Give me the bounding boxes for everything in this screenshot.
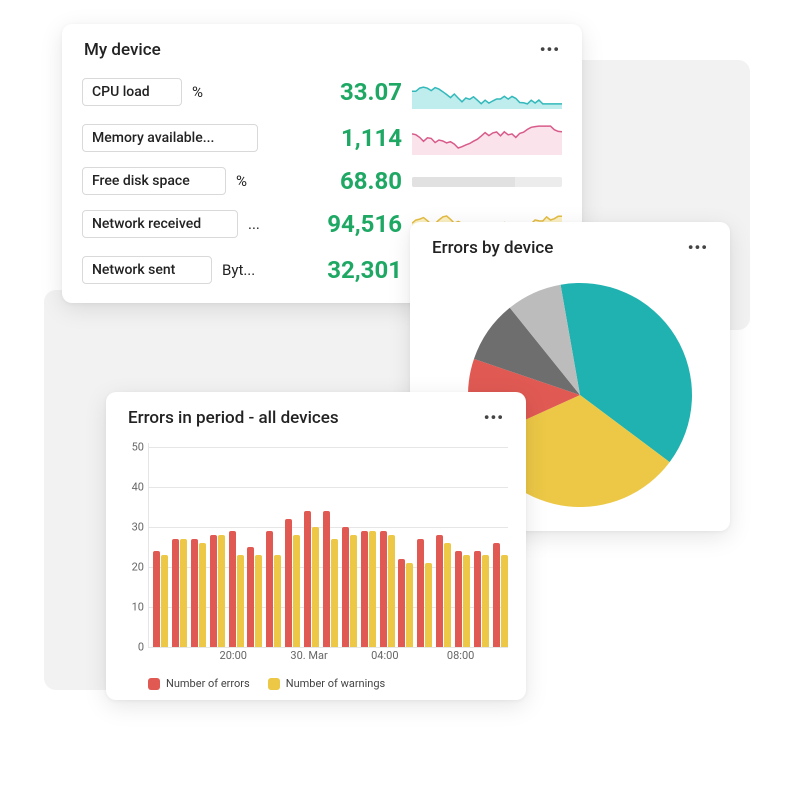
- bar-errors: [493, 543, 500, 647]
- y-tick: 0: [124, 641, 144, 654]
- bar-warnings: [237, 555, 244, 647]
- sparkline: [412, 121, 562, 155]
- bar-errors: [398, 559, 405, 647]
- y-tick: 40: [124, 481, 144, 494]
- bar-errors: [247, 547, 254, 647]
- bar-errors: [361, 531, 368, 647]
- legend-swatch-warnings: [268, 678, 280, 690]
- metric-unit: Byt...: [222, 261, 264, 279]
- legend-label-errors: Number of errors: [166, 677, 250, 690]
- metric-label: Free disk space: [82, 167, 226, 195]
- card-title-errors-by-device: Errors by device: [432, 238, 553, 258]
- metric-value: 94,516: [327, 210, 402, 238]
- bar-warnings: [312, 527, 319, 647]
- metric-label: Network received: [82, 210, 238, 238]
- bar-warnings: [274, 555, 281, 647]
- more-icon[interactable]: •••: [684, 236, 712, 259]
- bar-errors: [304, 511, 311, 647]
- bar-errors: [436, 535, 443, 647]
- bar-errors: [455, 551, 462, 647]
- bar-errors: [380, 531, 387, 647]
- sparkline: [412, 75, 562, 109]
- bar-warnings: [444, 543, 451, 647]
- bar-errors: [474, 551, 481, 647]
- bar-errors: [153, 551, 160, 647]
- metric-value: 68.80: [340, 167, 402, 195]
- bar-warnings: [199, 543, 206, 647]
- metric-unit: ...: [248, 215, 266, 233]
- card-title-my-device: My device: [84, 40, 161, 60]
- metric-row: Memory available... 1,114: [62, 115, 582, 161]
- bar-warnings: [255, 555, 262, 647]
- metric-label: CPU load: [82, 78, 182, 106]
- bar-errors: [342, 527, 349, 647]
- progress-bar: [412, 177, 562, 187]
- x-tick: 08:00: [447, 649, 474, 662]
- bar-errors: [266, 531, 273, 647]
- bar-errors: [172, 539, 179, 647]
- metric-label: Network sent: [82, 256, 212, 284]
- bar-errors: [191, 539, 198, 647]
- bar-legend: Number of errors Number of warnings: [148, 677, 508, 690]
- metric-unit: %: [236, 172, 254, 190]
- bar-chart: 0102030405020:0030. Mar04:0008:00: [148, 443, 508, 673]
- metric-row: CPU load% 33.07: [62, 69, 582, 115]
- card-errors-in-period: Errors in period - all devices ••• 0 10 20…: [106, 392, 526, 700]
- bar-warnings: [369, 531, 376, 647]
- legend-swatch-errors: [148, 678, 160, 690]
- more-icon[interactable]: •••: [536, 38, 564, 61]
- metric-unit: %: [192, 83, 210, 101]
- metric-value: 1,114: [341, 124, 402, 152]
- metric-label: Memory available...: [82, 124, 258, 152]
- y-tick: 20: [124, 561, 144, 574]
- bar-warnings: [331, 539, 338, 647]
- metric-row: Free disk space% 68.80: [62, 161, 582, 201]
- bar-warnings: [350, 535, 357, 647]
- y-tick: 30: [124, 521, 144, 534]
- bar-errors: [323, 511, 330, 647]
- bar-warnings: [482, 555, 489, 647]
- bar-warnings: [180, 539, 187, 647]
- bar-warnings: [388, 535, 395, 647]
- metric-value: 33.07: [340, 78, 402, 106]
- legend-label-warnings: Number of warnings: [286, 677, 386, 690]
- x-tick: 04:00: [371, 649, 398, 662]
- bar-errors: [285, 519, 292, 647]
- y-tick: 50: [124, 441, 144, 454]
- card-title-errors-in-period: Errors in period - all devices: [128, 408, 339, 428]
- bar-errors: [210, 535, 217, 647]
- y-tick: 10: [124, 601, 144, 614]
- bar-warnings: [425, 563, 432, 647]
- more-icon[interactable]: •••: [480, 406, 508, 429]
- x-tick: 20:00: [220, 649, 247, 662]
- bar-warnings: [218, 535, 225, 647]
- bar-errors: [229, 531, 236, 647]
- bar-warnings: [161, 555, 168, 647]
- x-tick: 30. Mar: [290, 649, 327, 662]
- bar-errors: [417, 539, 424, 647]
- bar-warnings: [501, 555, 508, 647]
- bar-warnings: [406, 563, 413, 647]
- bar-warnings: [463, 555, 470, 647]
- metric-value: 32,301: [327, 256, 402, 284]
- bar-warnings: [293, 535, 300, 647]
